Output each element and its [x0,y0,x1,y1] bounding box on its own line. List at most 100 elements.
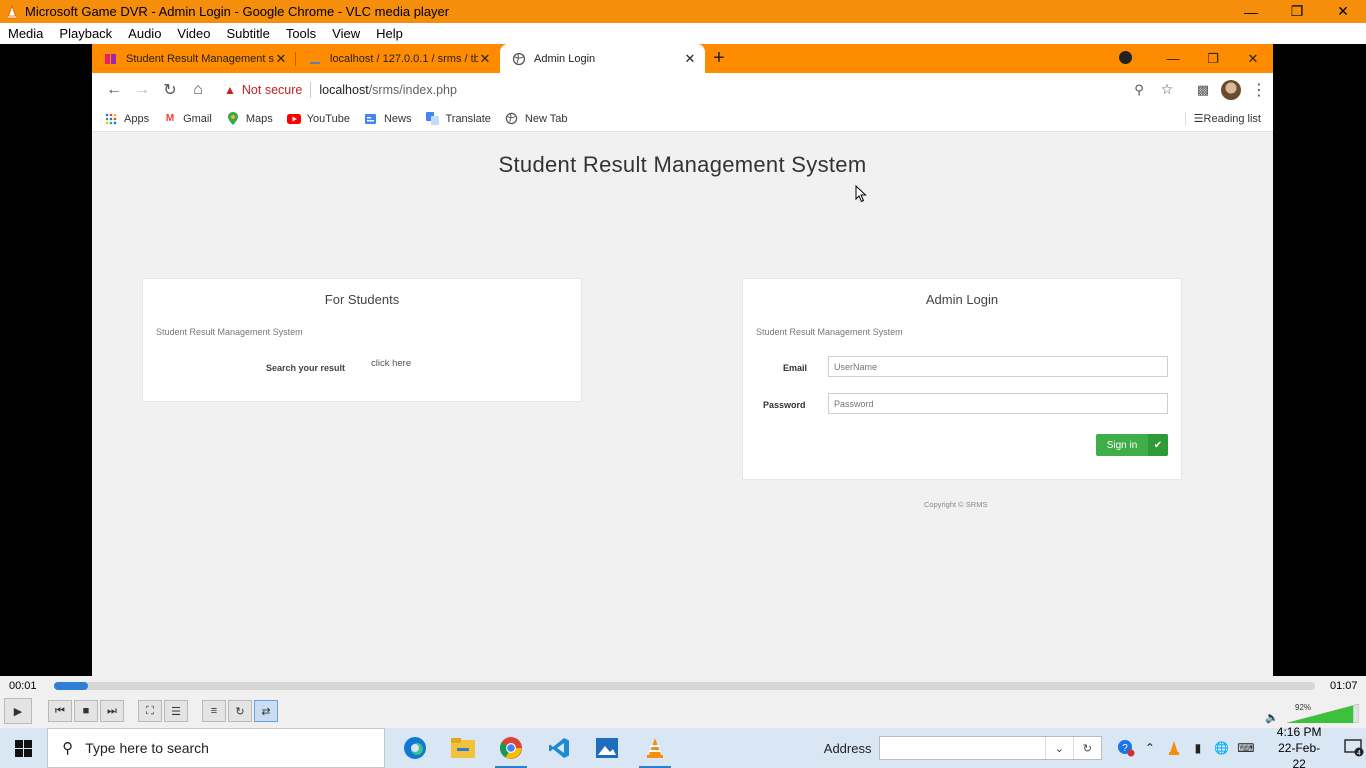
shuffle-button[interactable]: ⇄ [254,700,278,722]
close-icon[interactable]: ✕ [478,51,492,67]
address-bar[interactable]: ▲ Not secure localhost /srms/index.php ⚲… [218,77,1181,103]
vlc-controls: 00:01 01:07 ▶ ⏮ ■ ⏭ ⛶ ☰ ≡ ↻ ⇄ 🔈 92% [0,676,1366,728]
reading-list-button[interactable]: ☰ Reading list [1184,112,1261,125]
stop-button[interactable]: ■ [74,700,98,722]
seek-bar[interactable] [54,682,1315,690]
tab-phpmyadmin[interactable]: localhost / 127.0.0.1 / srms / tbl ✕ [296,44,500,73]
battery-icon[interactable]: ▮ [1186,741,1210,755]
reading-list-icon: ☰ [1193,113,1204,125]
menu-subtitle[interactable]: Subtitle [218,26,277,41]
extensions-icon[interactable]: ▩ [1189,76,1217,104]
volume-percent: 92% [1295,703,1312,712]
menu-video[interactable]: Video [169,26,218,41]
restore-button[interactable]: ❐ [1274,0,1320,23]
taskbar-search[interactable]: ⚲ Type here to search [47,728,385,768]
playlist-button[interactable]: ≡ [202,700,226,722]
email-label: Email [783,363,808,373]
close-icon[interactable]: ✕ [274,51,288,67]
menu-help[interactable]: Help [368,26,411,41]
new-tab-button[interactable]: + [705,44,733,73]
vlc-taskbar-icon[interactable] [631,728,679,768]
reload-icon[interactable]: ↻ [156,76,184,104]
vlc-tray-icon[interactable] [1162,741,1186,755]
search-icon: ⚲ [62,740,74,757]
tab-admin-login[interactable]: Admin Login ✕ [500,44,705,73]
profile-avatar[interactable] [1217,76,1245,104]
news-icon [364,112,378,126]
address-toolbar-label: Address [823,740,872,756]
fullscreen-button[interactable]: ⛶ [138,700,162,722]
students-card: For Students Student Result Management S… [142,278,582,402]
chrome-menu-icon[interactable]: ⋮ [1245,76,1273,104]
bookmark-newtab[interactable]: New Tab [505,112,568,126]
password-label: Password [763,400,806,410]
address-toolbar-input[interactable]: ⌄ ↻ [879,736,1102,760]
students-heading: For Students [324,292,400,307]
play-button[interactable]: ▶ [4,698,32,724]
chevron-up-icon[interactable]: ⌃ [1138,741,1162,755]
click-here-link[interactable]: click here [371,358,411,369]
notification-center-icon[interactable]: 4 [1342,739,1366,757]
globe-icon [505,112,519,126]
network-icon[interactable]: 🌐 [1210,741,1234,755]
keyboard-icon[interactable]: ⌨ [1234,741,1258,755]
menu-audio[interactable]: Audio [120,26,169,41]
menu-playback[interactable]: Playback [51,26,120,41]
maps-icon [226,112,240,126]
star-icon[interactable]: ☆ [1153,76,1181,104]
bookmark-label: YouTube [306,112,350,125]
loop-button[interactable]: ↻ [228,700,252,722]
password-field[interactable] [828,393,1168,414]
not-secure-label[interactable]: Not secure [242,83,302,97]
notification-count: 4 [1357,750,1361,757]
bookmark-apps[interactable]: Apps [104,112,149,126]
zoom-icon[interactable]: ⚲ [1125,76,1153,104]
chevron-down-icon[interactable]: ⌄ [1044,737,1073,759]
windows-start-icon[interactable] [0,728,47,768]
forward-icon[interactable]: → [128,76,156,104]
admin-login-heading: Admin Login [925,292,999,307]
menu-view[interactable]: View [324,26,368,41]
help-icon[interactable]: ? [1114,739,1138,757]
back-icon[interactable]: ← [100,76,128,104]
url-path: /srms/index.php [368,82,457,97]
tab-title: localhost / 127.0.0.1 / srms / tbl [330,52,478,65]
menu-tools[interactable]: Tools [278,26,324,41]
bookmark-label: Apps [124,112,150,125]
bookmark-gmail[interactable]: M Gmail [163,112,212,126]
chrome-restore-button[interactable]: ❐ [1193,51,1233,67]
bookmark-label: New Tab [524,112,568,125]
next-button[interactable]: ⏭ [100,700,124,722]
tab-search-icon[interactable] [1113,50,1153,67]
sign-in-button[interactable]: Sign in ✔ [1096,434,1168,456]
youtube-icon [286,112,301,126]
previous-button[interactable]: ⏮ [48,700,72,722]
vscode-icon[interactable] [535,728,583,768]
file-explorer-icon[interactable] [439,728,487,768]
refresh-icon[interactable]: ↻ [1072,737,1101,759]
close-icon[interactable]: ✕ [683,51,697,67]
page-content: Student Result Management System For Stu… [92,132,1273,676]
bookmark-translate[interactable]: Translate [425,112,491,126]
bookmark-news[interactable]: News [364,112,411,126]
taskbar-clock[interactable]: 4:16 PM 22-Feb-22 [1272,724,1326,768]
chrome-icon[interactable] [487,728,535,768]
chrome-close-button[interactable]: ✕ [1233,51,1273,67]
speaker-icon[interactable]: 🔈 [1265,711,1279,724]
chrome-minimize-button[interactable]: — [1153,51,1193,66]
photos-icon[interactable] [583,728,631,768]
home-icon[interactable]: ⌂ [184,76,212,104]
extended-settings-button[interactable]: ☰ [164,700,188,722]
system-tray: ? ⌃ ▮ 🌐 ⌨ [1114,739,1258,757]
tab-srms[interactable]: Student Result Management syst ✕ [92,44,296,73]
email-field[interactable] [828,356,1168,377]
browser-toolbar: ← → ↻ ⌂ ▲ Not secure localhost /srms/ind… [92,73,1273,106]
close-button[interactable]: ✕ [1320,0,1366,23]
bookmark-youtube[interactable]: YouTube [286,112,350,126]
minimize-button[interactable]: — [1228,0,1274,23]
page-title: Student Result Management System [498,152,867,177]
menu-media[interactable]: Media [0,26,51,41]
bookmark-maps[interactable]: Maps [226,112,273,126]
tab-title: Admin Login [534,52,596,65]
edge-icon[interactable] [391,728,439,768]
